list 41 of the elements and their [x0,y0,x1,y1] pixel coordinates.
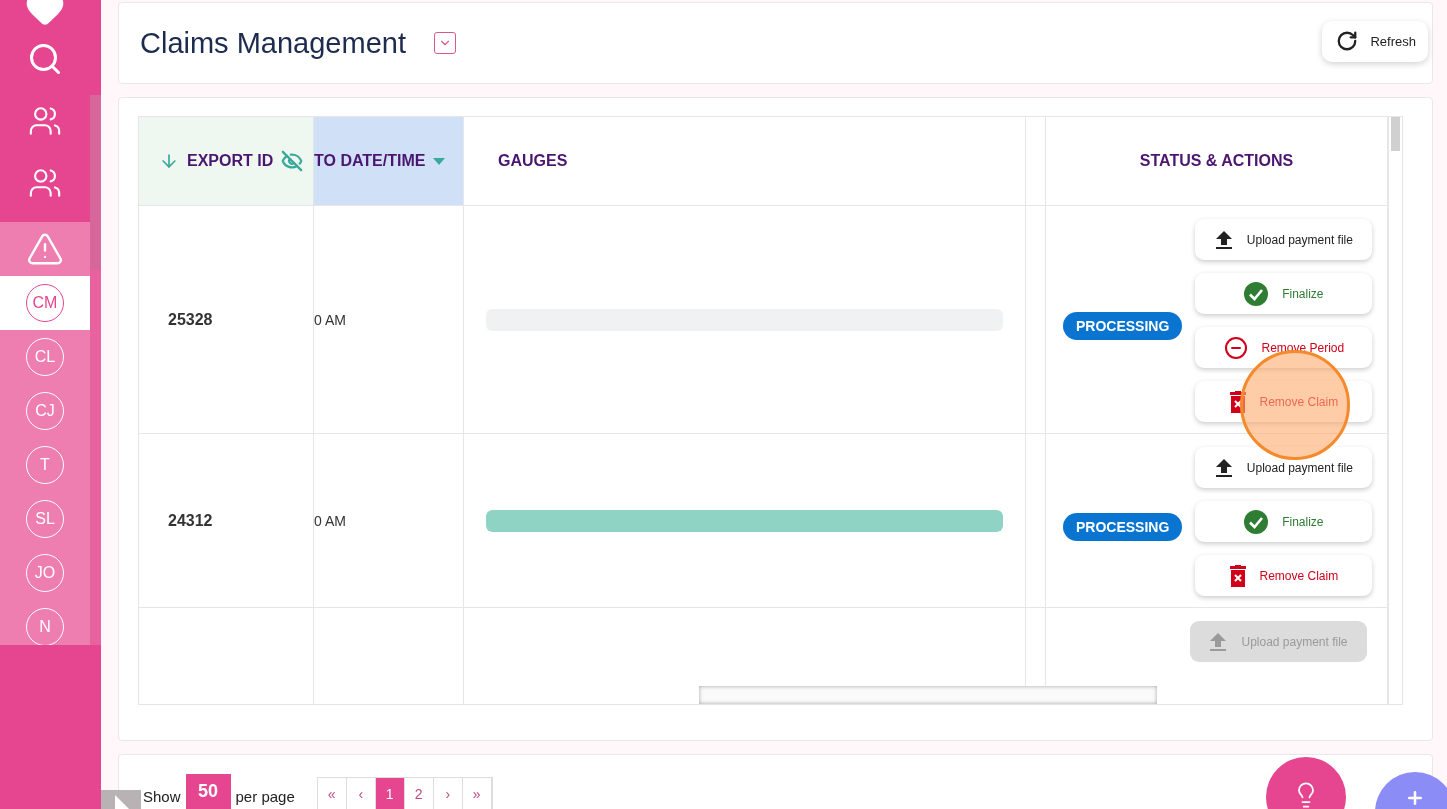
table-cell-text: 25328 [167,310,213,329]
page-button[interactable]: 1 [375,778,405,809]
check-circle-icon [1244,509,1269,534]
group-icon[interactable] [28,104,62,138]
search-icon[interactable] [27,41,63,77]
eye-off-icon[interactable] [281,150,304,172]
refresh-button[interactable]: Refresh [1322,20,1428,62]
column-header: GAUGES [464,117,1026,206]
trash-icon [1229,390,1246,413]
status-badge: PROCESSING [1063,312,1183,340]
remove-claim-button[interactable]: Remove Claim [1195,555,1373,596]
upload-button[interactable]: Upload payment file [1195,447,1373,488]
table-cell: 0 AM [314,311,346,328]
upload-icon [1214,229,1233,250]
finalize-button[interactable]: Finalize [1195,501,1373,542]
column-header[interactable]: TO DATE/TIME [314,117,464,206]
page-size-field[interactable]: 50 [185,774,231,809]
scrollbar-thumb[interactable] [699,686,1157,704]
caret-down-icon[interactable] [433,157,445,165]
group-icon[interactable] [28,166,62,200]
scrollbar-thumb[interactable] [90,95,101,270]
upload-button[interactable]: Upload payment file [1195,219,1373,260]
show-label: Show [143,788,181,805]
table-cell-text: 24312 [167,511,213,530]
column-header: STATUS & ACTIONS [1046,117,1388,206]
page-title: Claims Management [140,26,406,60]
upload-icon [1209,631,1228,652]
column-header[interactable]: EXPORT ID [139,117,314,206]
check-circle-icon [1244,281,1269,306]
upload-icon [1214,457,1233,478]
per-page-label: per page [235,788,295,805]
table-cell: 0 AM [314,512,346,529]
trash-icon [1229,564,1246,587]
refresh-icon [1336,30,1359,52]
heart-logo-icon[interactable] [25,0,65,28]
minus-circle-icon [1223,335,1248,360]
scrollbar-thumb[interactable] [1391,117,1400,151]
status-badge: PROCESSING [1063,513,1183,541]
finalize-button[interactable]: Finalize [1195,273,1373,314]
dropdown-button[interactable] [433,32,456,54]
plus-icon [1405,788,1425,808]
